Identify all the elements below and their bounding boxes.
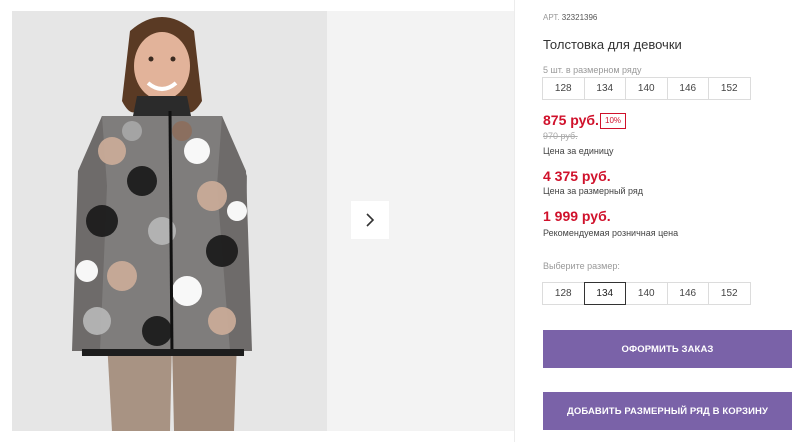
pack-sizes-row: 128 134 140 146 152: [542, 77, 751, 100]
panel-divider: [514, 0, 515, 442]
pack-size-cell: 152: [708, 77, 751, 100]
discount-badge: 10%: [600, 113, 627, 129]
size-selector: 128 134 140 146 152: [542, 282, 751, 305]
pack-size-cell: 140: [625, 77, 668, 100]
unit-price-caption: Цена за единицу: [543, 146, 614, 156]
pack-note: 5 шт. в размерном ряду: [543, 65, 642, 75]
size-option-140[interactable]: 140: [625, 282, 668, 305]
unit-price: 875 руб.: [543, 112, 599, 128]
add-pack-to-cart-button[interactable]: ДОБАВИТЬ РАЗМЕРНЫЙ РЯД В КОРЗИНУ: [543, 392, 792, 430]
product-photo: [12, 11, 327, 431]
pack-size-cell: 134: [583, 77, 626, 100]
old-price: 970 руб.: [543, 131, 578, 141]
size-option-134[interactable]: 134: [583, 282, 626, 305]
article-number: 32321396: [561, 13, 598, 22]
retail-price: 1 999 руб.: [543, 208, 611, 224]
retail-price-caption: Рекомендуемая розничная цена: [543, 228, 679, 238]
article-label: АРТ.: [543, 13, 560, 22]
size-select-label: Выберите размер:: [543, 261, 620, 271]
gallery-next-button[interactable]: [351, 201, 389, 239]
article-line: АРТ. 32321396: [543, 13, 597, 22]
size-option-128[interactable]: 128: [542, 282, 585, 305]
size-option-152[interactable]: 152: [708, 282, 751, 305]
order-button[interactable]: ОФОРМИТЬ ЗАКАЗ: [543, 330, 792, 368]
chevron-right-icon: [366, 213, 375, 227]
pack-price-caption: Цена за размерный ряд: [543, 186, 644, 196]
size-option-146[interactable]: 146: [666, 282, 709, 305]
pack-size-cell: 146: [666, 77, 709, 100]
pack-size-cell: 128: [542, 77, 585, 100]
girl-in-sweatshirt-image: [12, 11, 327, 431]
product-title: Толстовка для девочки: [543, 37, 682, 52]
pack-price: 4 375 руб.: [543, 168, 611, 184]
